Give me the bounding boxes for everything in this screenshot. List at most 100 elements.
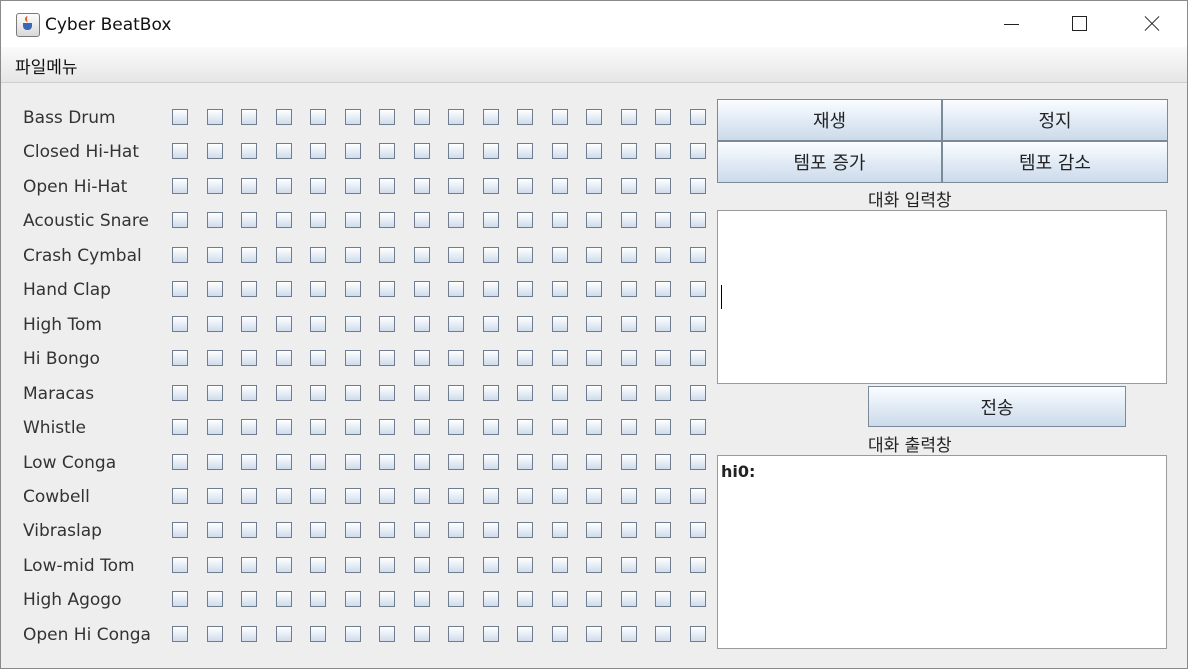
beat-checkbox[interactable] [621,315,637,332]
beat-checkbox[interactable] [690,109,706,125]
beat-checkbox[interactable] [621,212,637,229]
beat-checkbox[interactable] [552,556,568,573]
beat-checkbox[interactable] [448,143,464,160]
beat-checkbox[interactable] [379,212,395,229]
beat-checkbox[interactable] [241,419,257,436]
beat-checkbox[interactable] [655,556,671,573]
beat-checkbox[interactable] [655,281,671,298]
beat-checkbox[interactable] [207,143,223,160]
send-button[interactable]: 전송 [868,386,1126,427]
beat-checkbox[interactable] [276,350,292,367]
beat-checkbox[interactable] [276,384,292,401]
beat-checkbox[interactable] [448,109,464,125]
beat-checkbox[interactable] [172,212,188,229]
beat-checkbox[interactable] [517,143,533,160]
beat-checkbox[interactable] [690,212,706,229]
beat-checkbox[interactable] [448,384,464,401]
beat-checkbox[interactable] [172,487,188,504]
beat-checkbox[interactable] [690,315,706,332]
beat-checkbox[interactable] [517,212,533,229]
beat-checkbox[interactable] [655,109,671,125]
beat-checkbox[interactable] [621,350,637,367]
beat-checkbox[interactable] [414,453,430,470]
beat-checkbox[interactable] [655,143,671,160]
beat-checkbox[interactable] [586,143,602,160]
beat-checkbox[interactable] [241,315,257,332]
beat-checkbox[interactable] [552,591,568,608]
beat-checkbox[interactable] [448,350,464,367]
beat-checkbox[interactable] [276,315,292,332]
beat-checkbox[interactable] [690,384,706,401]
beat-checkbox[interactable] [655,177,671,194]
beat-checkbox[interactable] [345,315,361,332]
beat-checkbox[interactable] [241,625,257,642]
beat-checkbox[interactable] [414,591,430,608]
beat-checkbox[interactable] [552,177,568,194]
beat-checkbox[interactable] [621,246,637,263]
beat-checkbox[interactable] [655,453,671,470]
beat-checkbox[interactable] [621,143,637,160]
beat-checkbox[interactable] [172,177,188,194]
beat-checkbox[interactable] [517,419,533,436]
beat-checkbox[interactable] [379,315,395,332]
beat-checkbox[interactable] [345,591,361,608]
beat-checkbox[interactable] [241,591,257,608]
beat-checkbox[interactable] [414,625,430,642]
beat-checkbox[interactable] [517,625,533,642]
beat-checkbox[interactable] [621,177,637,194]
beat-checkbox[interactable] [448,177,464,194]
beat-checkbox[interactable] [172,315,188,332]
beat-checkbox[interactable] [448,591,464,608]
beat-checkbox[interactable] [379,246,395,263]
beat-checkbox[interactable] [552,419,568,436]
beat-checkbox[interactable] [552,109,568,125]
beat-checkbox[interactable] [207,109,223,125]
beat-checkbox[interactable] [621,522,637,539]
beat-checkbox[interactable] [621,419,637,436]
beat-checkbox[interactable] [379,556,395,573]
beat-checkbox[interactable] [552,143,568,160]
beat-checkbox[interactable] [207,384,223,401]
beat-checkbox[interactable] [276,487,292,504]
beat-checkbox[interactable] [241,212,257,229]
beat-checkbox[interactable] [207,625,223,642]
maximize-button[interactable] [1044,1,1114,47]
beat-checkbox[interactable] [276,522,292,539]
beat-checkbox[interactable] [517,109,533,125]
beat-checkbox[interactable] [586,453,602,470]
beat-checkbox[interactable] [448,281,464,298]
beat-checkbox[interactable] [345,384,361,401]
beat-checkbox[interactable] [379,487,395,504]
beat-checkbox[interactable] [310,212,326,229]
beat-checkbox[interactable] [552,453,568,470]
beat-checkbox[interactable] [552,350,568,367]
beat-checkbox[interactable] [310,246,326,263]
beat-checkbox[interactable] [379,109,395,125]
beat-checkbox[interactable] [517,591,533,608]
beat-checkbox[interactable] [207,591,223,608]
beat-checkbox[interactable] [621,109,637,125]
beat-checkbox[interactable] [379,384,395,401]
beat-checkbox[interactable] [690,419,706,436]
beat-checkbox[interactable] [483,315,499,332]
beat-checkbox[interactable] [172,384,188,401]
beat-checkbox[interactable] [172,625,188,642]
beat-checkbox[interactable] [276,556,292,573]
beat-checkbox[interactable] [310,315,326,332]
beat-checkbox[interactable] [345,143,361,160]
beat-checkbox[interactable] [586,350,602,367]
beat-checkbox[interactable] [552,625,568,642]
beat-checkbox[interactable] [345,350,361,367]
stop-button[interactable]: 정지 [942,99,1168,141]
beat-checkbox[interactable] [586,212,602,229]
beat-checkbox[interactable] [345,212,361,229]
beat-checkbox[interactable] [552,315,568,332]
beat-checkbox[interactable] [345,625,361,642]
beat-checkbox[interactable] [172,556,188,573]
beat-checkbox[interactable] [207,556,223,573]
beat-checkbox[interactable] [483,281,499,298]
beat-checkbox[interactable] [655,212,671,229]
beat-checkbox[interactable] [207,246,223,263]
beat-checkbox[interactable] [276,281,292,298]
chat-output-area[interactable]: hi0: [717,455,1167,649]
